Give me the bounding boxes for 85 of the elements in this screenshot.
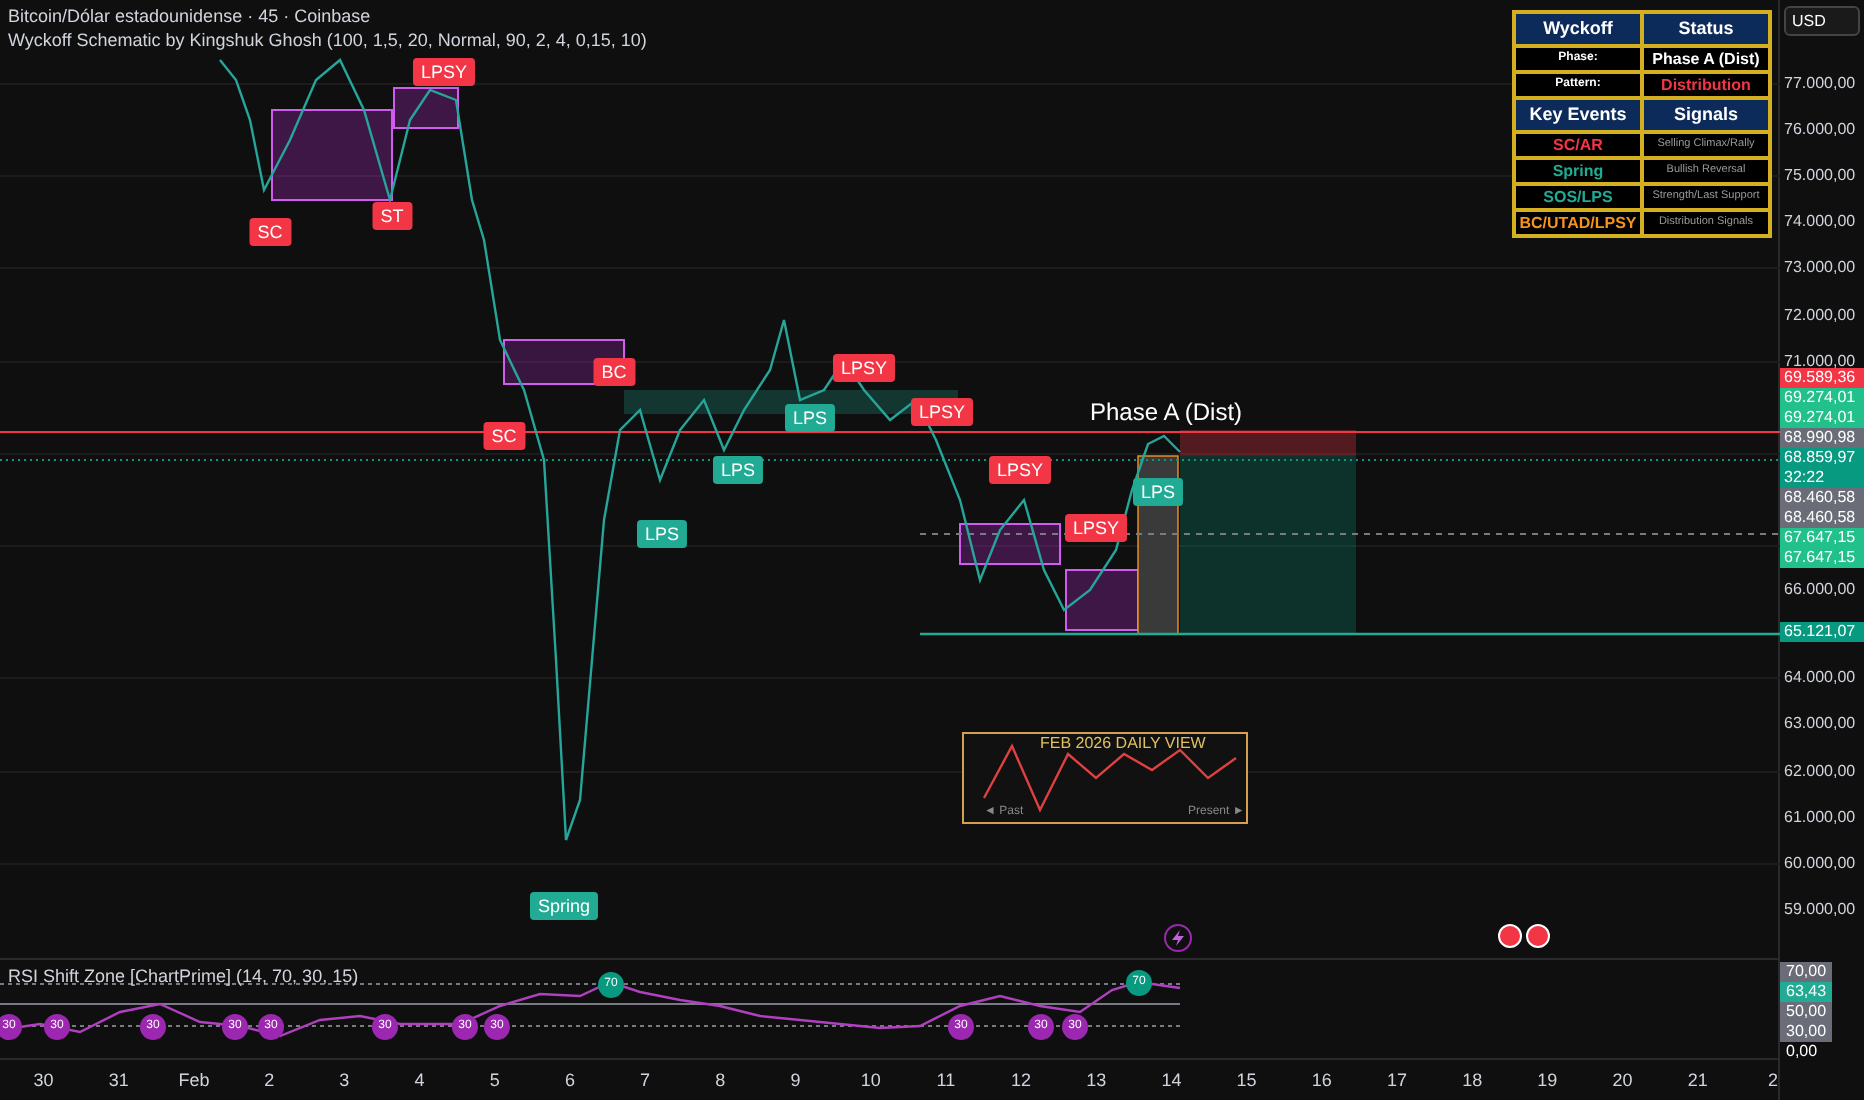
price-value: 68.859,97 [1784,448,1858,468]
table-cell: SOS/LPS [1543,186,1613,208]
price-value: 67.647,15 [1784,528,1858,548]
date-label: Feb [176,1069,212,1091]
date-label: 31 [106,1069,131,1091]
currency-button[interactable]: USD [1784,6,1860,36]
table-cell: Phase A (Dist) [1652,48,1760,70]
signal-label: LPSY [989,456,1051,484]
price-value: 67.647,15 [1784,548,1858,568]
indicator-title: Wyckoff Schematic by Kingshuk Ghosh (100, 1,5, 20, Normal, 90, 2, 4, 0,15, 10) [8,28,647,52]
inset-title: FEB 2026 DAILY VIEW [1040,734,1206,754]
rsi-axis-label: 63,43 [1780,982,1833,1002]
price-value: 68.460,58 [1784,488,1858,508]
signal-label: LPSY [1065,514,1127,542]
date-label: 2 [262,1069,277,1091]
signal-label: LPS [1133,478,1183,506]
symbol-title: Bitcoin/Dólar estadounidense · 45 · Coinbase [8,4,371,28]
table-cell: SC/AR [1553,134,1603,156]
price-tick: 72.000,00 [1784,306,1856,326]
price-tick: 74.000,00 [1784,212,1856,232]
price-tick: 59.000,00 [1784,900,1856,920]
signal-label: LPS [637,520,687,548]
table-cell: Distribution [1661,74,1751,96]
date-label: 15 [1234,1069,1259,1091]
price-value: 68.990,98 [1784,428,1858,448]
rsi-axis-label: 50,00 [1780,1002,1833,1022]
table-header: Wyckoff [1514,12,1642,46]
price-tick: 76.000,00 [1784,120,1856,140]
price-value: 69.274,01 [1784,408,1858,428]
date-label: 19 [1535,1069,1560,1091]
date-label: 9 [788,1069,803,1091]
price-tick: 61.000,00 [1784,808,1856,828]
date-label: 21 [1685,1069,1710,1091]
date-label: 11 [934,1069,958,1091]
rsi-axis-label: 30,00 [1780,1022,1833,1042]
signal-label: LPSY [911,398,973,426]
phase-label: Phase A (Dist) [1090,398,1243,426]
date-label: 3 [337,1069,352,1091]
date-label: 13 [1084,1069,1109,1091]
price-badge: 65.121,07 [1780,622,1864,642]
table-header: Signals [1642,98,1770,132]
date-label: 16 [1309,1069,1334,1091]
signal-label: BC [593,358,635,386]
countdown: 32:22 [1784,468,1827,488]
price-tick: 63.000,00 [1784,714,1856,734]
date-label: 6 [562,1069,577,1091]
date-label: 8 [713,1069,728,1091]
price-tick: 75.000,00 [1784,166,1856,186]
price-tick: 62.000,00 [1784,762,1856,782]
price-value: 69.589,36 [1784,368,1858,388]
table-header: Key Events [1514,98,1642,132]
date-label: 17 [1384,1069,1409,1091]
date-label: 20 [1610,1069,1635,1091]
rsi-title: RSI Shift Zone [ChartPrime] (14, 70, 30, 15) [8,966,359,988]
date-label: 12 [1009,1069,1034,1091]
price-value: 69.274,01 [1784,388,1858,408]
date-label: 5 [487,1069,502,1091]
date-label: 14 [1159,1069,1184,1091]
date-label: 10 [858,1069,883,1091]
rsi-axis-label: 70,00 [1780,962,1833,982]
lightning-icon[interactable] [1164,924,1192,952]
table-cell: Spring [1552,160,1604,182]
date-label: 7 [638,1069,653,1091]
table-header: Status [1642,12,1770,46]
signal-label: Spring [530,892,598,920]
signal-label: SC [483,422,525,450]
signal-label: ST [372,202,412,230]
price-tick: 64.000,00 [1784,668,1856,688]
signal-label: LPSY [833,354,895,382]
date-label: 18 [1460,1069,1485,1091]
price-tick: 66.000,00 [1784,580,1856,600]
rsi-axis-label: 0,00 [1784,1042,1820,1062]
table-cell: BC/UTAD/LPSY [1519,212,1637,234]
price-tick: 73.000,00 [1784,258,1856,278]
price-tick: 71.000,00 [1784,352,1856,371]
price-value: 68.460,58 [1784,508,1858,528]
signal-label: SC [249,218,291,246]
date-label: 4 [412,1069,427,1091]
price-tick: 60.000,00 [1784,854,1856,874]
date-label: 2 [1765,1069,1780,1091]
date-label: 30 [31,1069,56,1091]
signal-label: LPS [713,456,763,484]
price-tick: 77.000,00 [1784,74,1856,94]
signal-label: LPSY [413,58,475,86]
signal-label: LPS [785,404,835,432]
